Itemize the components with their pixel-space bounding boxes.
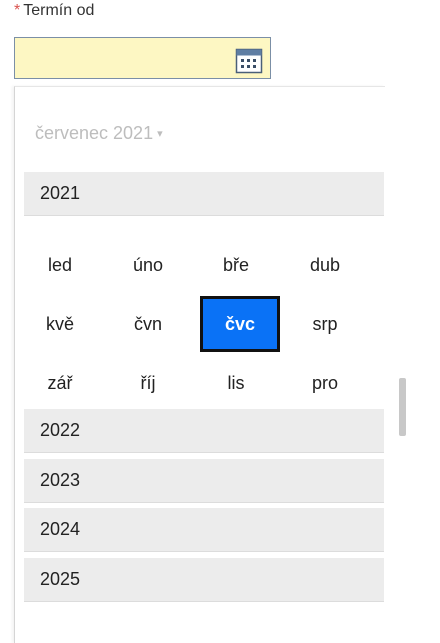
month-cell[interactable]: kvě: [24, 302, 96, 346]
month-cell[interactable]: zář: [24, 361, 96, 405]
month-label: kvě: [45, 313, 74, 334]
month-cell[interactable]: úno: [112, 243, 184, 287]
year-label: 2025: [40, 569, 81, 589]
field-label-text: Termín od: [23, 2, 95, 19]
month-cell[interactable]: říj: [112, 361, 184, 405]
month-cell[interactable]: srp: [289, 302, 361, 346]
month-cell[interactable]: led: [24, 243, 96, 287]
month-label: čvc: [224, 313, 256, 334]
scrollbar-thumb[interactable]: [399, 378, 406, 436]
year-row[interactable]: 2023: [24, 459, 384, 503]
month-cell[interactable]: čvn: [112, 302, 184, 346]
month-cell[interactable]: pro: [289, 361, 361, 405]
month-label: lis: [227, 372, 245, 393]
month-cell[interactable]: bře: [200, 243, 272, 287]
year-row[interactable]: 2022: [24, 409, 384, 453]
month-label: dub: [309, 254, 341, 275]
year-label: 2024: [40, 519, 81, 539]
year-row-current[interactable]: 2021: [24, 172, 384, 216]
month-label: led: [47, 254, 73, 275]
month-grid: led úno bře dub kvě čvn čvc srp zář říj …: [24, 238, 384, 408]
calendar-button[interactable]: [231, 44, 267, 77]
month-cell-selected[interactable]: čvc: [200, 296, 280, 352]
month-label: zář: [47, 372, 73, 393]
required-mark: *: [14, 2, 21, 19]
year-label: 2023: [40, 470, 81, 490]
month-label: bře: [222, 254, 249, 275]
month-label: říj: [140, 372, 156, 393]
month-cell[interactable]: lis: [200, 361, 272, 405]
calendar-icon: [235, 48, 263, 73]
month-label: úno: [132, 254, 164, 275]
month-year-label: červenec 2021: [35, 123, 154, 143]
month-label: čvn: [133, 313, 162, 334]
year-label: 2021: [40, 183, 81, 203]
chevron-down-icon: ▾: [157, 128, 163, 140]
year-row[interactable]: 2025: [24, 558, 384, 602]
year-label: 2022: [40, 420, 81, 440]
month-cell[interactable]: dub: [289, 243, 361, 287]
year-row[interactable]: 2024: [24, 508, 384, 552]
field-label: * Termín od: [14, 2, 94, 20]
month-label: pro: [311, 372, 338, 393]
month-label: srp: [312, 313, 338, 334]
month-year-switch[interactable]: červenec 2021 ▾: [35, 123, 163, 144]
